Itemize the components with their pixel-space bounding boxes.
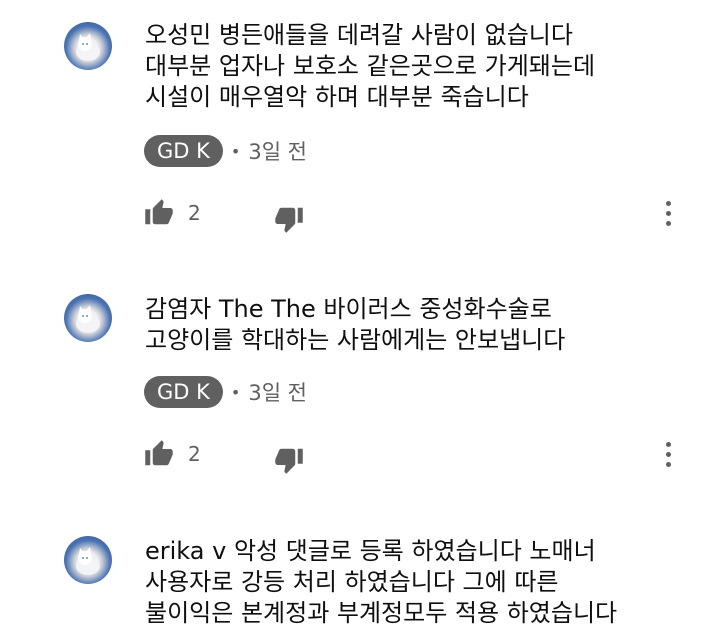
like-count: 2: [188, 201, 201, 225]
thumbs-down-icon[interactable]: [274, 445, 304, 475]
comment-line: 대부분 업자나 보호소 같은곳으로 가게돼는데: [145, 52, 596, 80]
white-cat-avatar-icon: [76, 33, 100, 61]
author-chip[interactable]: GD K: [144, 135, 223, 167]
thumbs-down-icon[interactable]: [274, 204, 304, 234]
comment-line: 시설이 매우열악 하며 대부분 죽습니다: [145, 83, 529, 111]
comment-text: 오성민 병든애들을 데려갈 사람이 없습니다 대부분 업자나 보호소 같은곳으로…: [145, 20, 685, 113]
comment-actions: 2: [144, 436, 704, 476]
avatar[interactable]: [64, 536, 112, 584]
comment-time: 3일 전: [248, 381, 308, 405]
comment-line: 고양이를 학대하는 사람에게는 안보냅니다: [145, 326, 566, 354]
thumbs-up-icon[interactable]: [144, 198, 174, 228]
comment-actions: 2: [144, 195, 704, 235]
comment-text: erika v 악성 댓글로 등록 하였습니다 노매너 사용자로 강등 처리 하…: [145, 536, 685, 629]
comment-line: erika v 악성 댓글로 등록 하였습니다 노매너: [145, 537, 596, 565]
thumbs-up-icon[interactable]: [144, 439, 174, 469]
separator-dot: •: [230, 382, 241, 402]
avatar[interactable]: [64, 294, 112, 342]
avatar[interactable]: [64, 22, 112, 70]
comment-line: 사용자로 강등 처리 하였습니다 그에 따른: [145, 568, 559, 596]
author-chip[interactable]: GD K: [144, 376, 223, 408]
white-cat-avatar-icon: [76, 305, 100, 333]
comment-line: 불이익은 본계정과 부계정모두 적용 하였습니다: [145, 599, 618, 627]
comment-line: 오성민 병든애들을 데려갈 사람이 없습니다: [145, 21, 573, 49]
comment-text: 감염자 The The 바이러스 중성화수술로 고양이를 학대하는 사람에게는 …: [145, 294, 685, 356]
like-count: 2: [188, 442, 201, 466]
comment-line: 감염자 The The 바이러스 중성화수술로: [145, 295, 552, 323]
separator-dot: •: [230, 141, 241, 161]
white-cat-avatar-icon: [76, 547, 100, 575]
more-vertical-icon[interactable]: [664, 201, 672, 231]
comment-meta: GD K • 3일 전: [144, 135, 307, 167]
comment-meta: GD K • 3일 전: [144, 376, 307, 408]
more-vertical-icon[interactable]: [664, 442, 672, 472]
comment-time: 3일 전: [248, 140, 308, 164]
